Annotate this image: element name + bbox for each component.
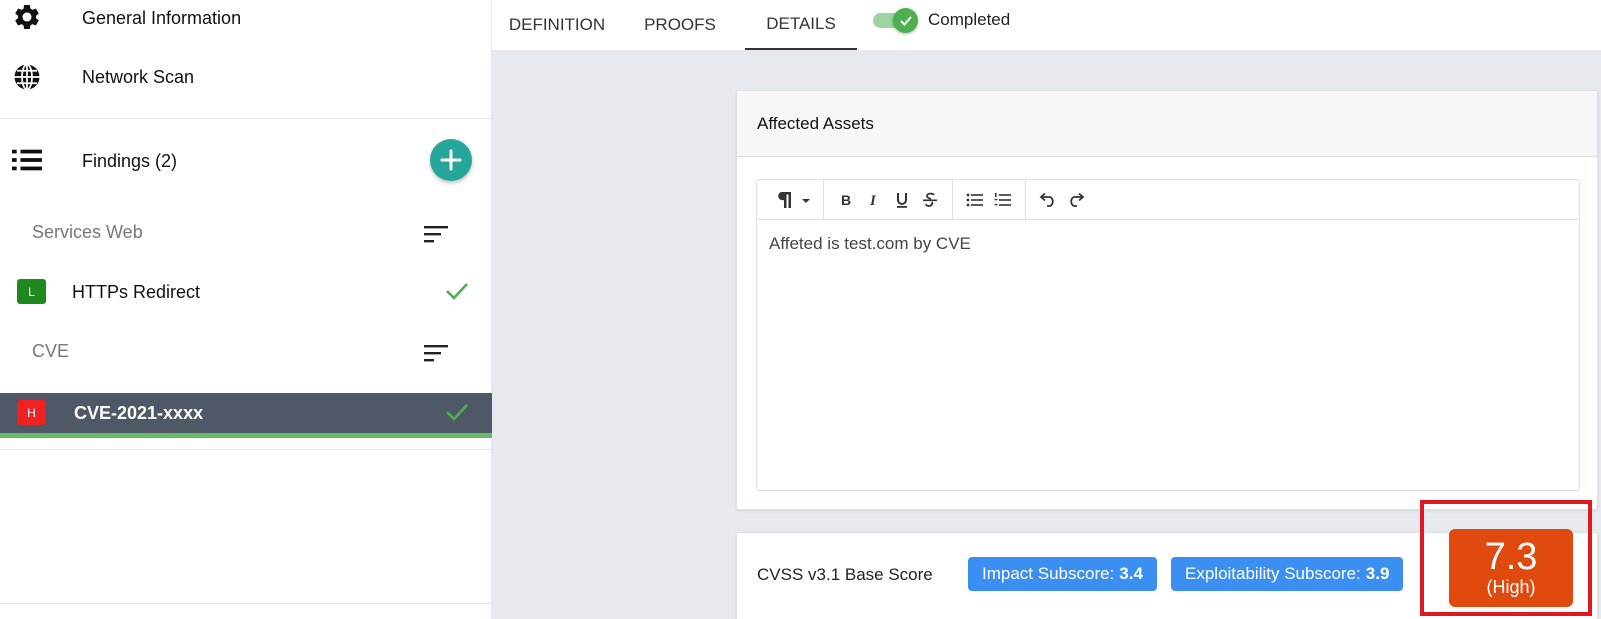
globe-icon — [12, 62, 42, 92]
sidebar-item-label: Network Scan — [82, 67, 195, 87]
severity-badge: L — [17, 279, 46, 304]
impact-subscore-label: Impact Subscore: — [982, 564, 1115, 583]
card-title: Affected Assets — [757, 114, 874, 133]
editor-toolbar: B I — [757, 179, 1579, 220]
sort-icon[interactable] — [424, 224, 448, 249]
sidebar-item-general-information[interactable]: General Information — [0, 0, 492, 36]
sidebar-item-label: General Information — [82, 8, 242, 28]
impact-subscore-chip: Impact Subscore: 3.4 — [968, 557, 1157, 591]
sidebar-item-network-scan[interactable]: Network Scan — [0, 57, 492, 97]
sidebar-item-findings[interactable]: Findings (2) — [0, 138, 492, 182]
toggle-knob — [893, 8, 918, 33]
underline-button[interactable] — [888, 185, 916, 215]
tab-definition[interactable]: DEFINITION — [492, 0, 622, 50]
italic-button[interactable]: I — [860, 185, 888, 215]
sort-icon[interactable] — [424, 343, 448, 368]
finding-label: CVE-2021-xxxx — [74, 403, 204, 423]
exploitability-subscore-chip: Exploitability Subscore: 3.9 — [1171, 557, 1404, 591]
divider — [0, 118, 492, 119]
active-indicator — [0, 433, 492, 438]
undo-button[interactable] — [1034, 185, 1062, 215]
bold-button[interactable]: B — [832, 185, 860, 215]
bullet-list-button[interactable] — [961, 185, 989, 215]
finding-row-https-redirect[interactable]: L HTTPs Redirect — [0, 272, 492, 312]
tab-proofs[interactable]: PROOFS — [628, 0, 732, 50]
category-label: Services Web — [32, 222, 143, 242]
severity-badge: H — [17, 400, 46, 425]
impact-subscore-value: 3.4 — [1119, 564, 1143, 583]
check-icon — [899, 15, 912, 26]
svg-text:B: B — [841, 192, 851, 208]
strikethrough-button[interactable] — [916, 185, 944, 215]
rich-text-editor[interactable]: B I Affeted is test.com by CVE — [756, 179, 1580, 491]
divider — [0, 603, 492, 604]
tab-details[interactable]: DETAILS — [745, 0, 857, 50]
category-label: CVE — [32, 341, 70, 361]
gear-icon — [12, 2, 42, 32]
check-icon — [445, 402, 469, 427]
editor-content[interactable]: Affeted is test.com by CVE — [769, 234, 971, 254]
divider — [0, 449, 492, 450]
exploitability-subscore-value: 3.9 — [1365, 564, 1390, 583]
plus-icon — [440, 149, 462, 171]
affected-assets-card: Affected Assets B I Affeted is test.com … — [736, 90, 1598, 510]
redo-button[interactable] — [1062, 185, 1090, 215]
findings-label: Findings (2) — [82, 151, 178, 171]
cvss-label: CVSS v3.1 Base Score — [757, 565, 933, 584]
finding-label: HTTPs Redirect — [72, 282, 201, 302]
completed-label: Completed — [928, 10, 1011, 29]
finding-row-cve-2021-xxxx[interactable]: H CVE-2021-xxxx — [0, 393, 492, 433]
svg-text:I: I — [869, 193, 877, 208]
card-header: Affected Assets — [737, 91, 1597, 157]
tab-bar: DEFINITION PROOFS DETAILS Completed — [492, 0, 1601, 50]
add-finding-button[interactable] — [430, 139, 472, 181]
check-icon — [445, 281, 469, 306]
ordered-list-button[interactable] — [989, 185, 1017, 215]
list-icon — [12, 145, 42, 175]
completed-toggle[interactable] — [873, 8, 918, 33]
exploitability-subscore-label: Exploitability Subscore: — [1185, 564, 1361, 583]
sidebar: General Information Network Scan Finding… — [0, 0, 492, 619]
highlight-box — [1420, 500, 1592, 616]
category-services-web: Services Web — [0, 212, 492, 252]
paragraph-format-button[interactable] — [769, 185, 813, 215]
category-cve: CVE — [0, 331, 492, 371]
